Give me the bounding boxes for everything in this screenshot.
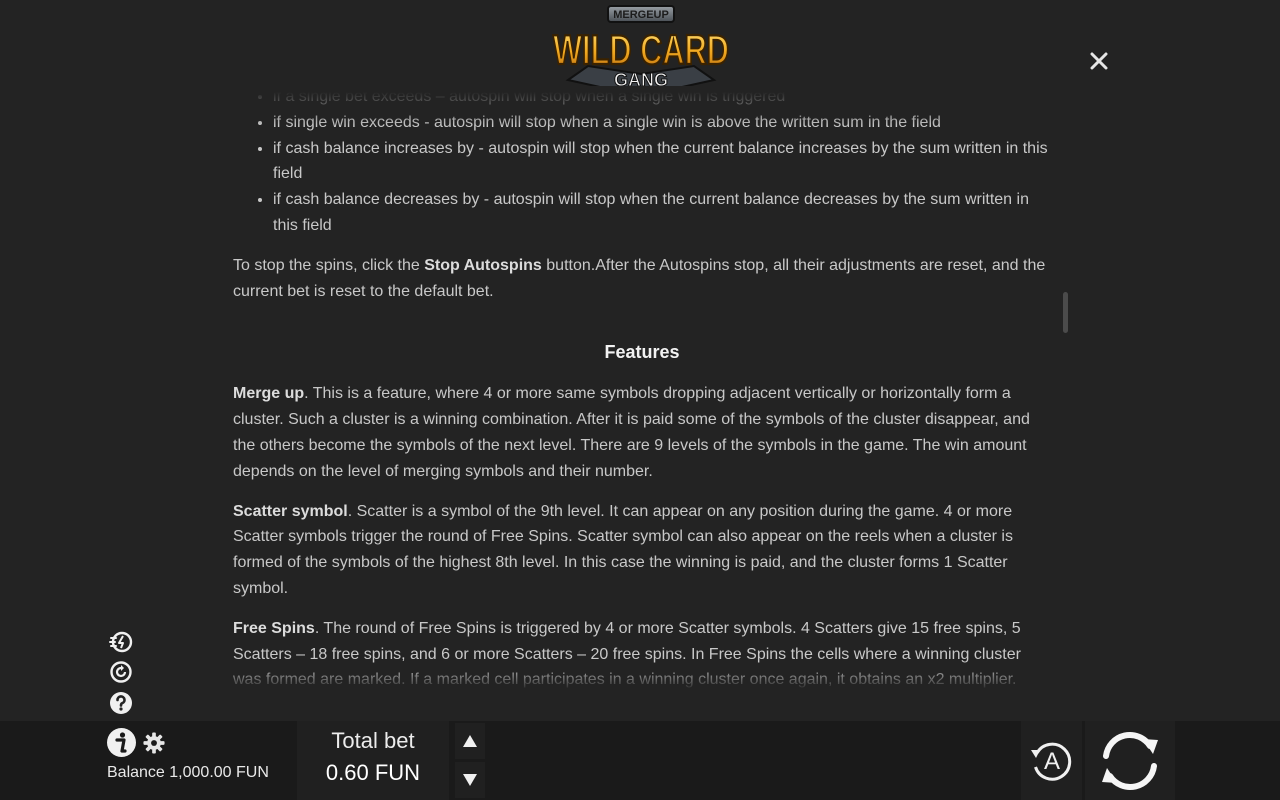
features-heading: Features [604,342,680,363]
list-item: if a single bet exceeds – autospin will … [273,86,1051,110]
total-bet-label: Total bet [331,728,415,753]
game-logo: MERGEUP WILD CARD GANG [552,5,730,98]
feature-merge-up: Merge up. This is a feature, where 4 or … [233,385,1030,480]
feature-scatter: Scatter symbol. Scatter is a symbol of t… [233,502,1013,597]
spin-button[interactable] [1085,721,1175,800]
logo-top-text: MERGEUP [613,9,669,21]
info-icon[interactable] [106,727,137,758]
autospin-icon: A [1030,742,1071,781]
autospin-button[interactable]: A [1021,721,1082,800]
total-bet-value: 0.60 FUN [325,760,421,785]
scrollbar-thumb[interactable] [1063,292,1068,333]
help-button[interactable] [108,690,133,715]
stop-autospins-term: Stop Autospins [424,256,542,274]
help-icon [109,691,132,714]
list-item: if cash balance decreases by - autospin … [273,187,1051,239]
list-item: if cash balance increases by - autospin … [273,136,1051,188]
rules-scroll-area[interactable]: if a single bet exceeds – autospin will … [0,86,1280,692]
arrow-down-icon [463,774,477,786]
stop-autospins-paragraph: To stop the spins, click the Stop Autosp… [233,256,1046,300]
close-button[interactable] [1086,48,1112,74]
gear-icon[interactable] [143,732,165,754]
total-bet-panel: Total bet 0.60 FUN [297,721,449,800]
list-item: if single win exceeds - autospin will st… [273,110,1051,136]
arrow-up-icon [463,735,477,747]
rules-content: if a single bet exceeds – autospin will … [233,86,1051,692]
balance-value: 1,000.00 FUN [169,764,269,781]
balance-display: Balance 1,000.00 FUN [107,764,269,782]
turbo-button[interactable] [108,628,133,653]
logo-title-text: WILD CARD [553,26,729,73]
turbo-icon [108,631,132,652]
quick-spin-icon [109,660,132,683]
balance-label: Balance [107,764,165,781]
close-icon [1090,52,1108,70]
decrease-bet-button[interactable] [455,762,485,798]
autospin-stop-list: if a single bet exceeds – autospin will … [233,86,1051,239]
feature-free-spins: Free Spins. The round of Free Spins is t… [233,619,1021,689]
quick-spin-button[interactable] [108,659,133,684]
spin-icon [1102,731,1158,790]
increase-bet-button[interactable] [455,723,485,759]
autospin-letter: A [1043,748,1059,775]
